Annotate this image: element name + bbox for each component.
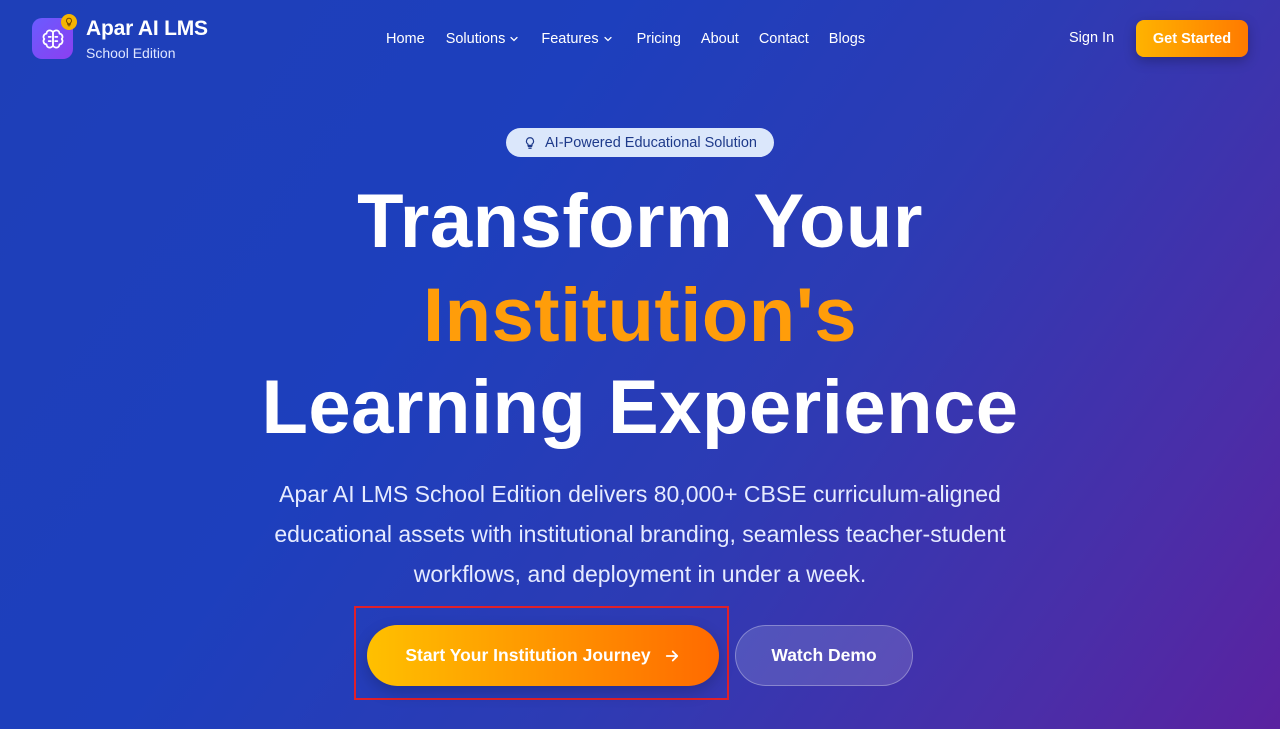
nav-item-label: Contact <box>758 31 809 47</box>
nav-item-home[interactable]: Home <box>386 31 425 47</box>
hero-description: Apar AI LMS School Edition delivers 80,0… <box>220 474 1060 594</box>
nav-item-label: Features <box>541 31 599 47</box>
nav-item-contact[interactable]: Contact <box>759 31 809 47</box>
nav-item-label: Pricing <box>636 31 681 47</box>
get-started-button[interactable]: Get Started <box>1136 20 1248 57</box>
nav-item-label: Blogs <box>828 31 866 47</box>
nav-item-solutions[interactable]: Solutions <box>446 31 521 47</box>
cta-label: Start Your Institution Journey <box>405 645 651 665</box>
headline-line-3: Learning Experience <box>261 365 1019 450</box>
badge-label: AI-Powered Educational Solution <box>545 134 757 151</box>
description-line: workflows, and deployment in under a wee… <box>413 561 867 587</box>
chevron-down-icon <box>510 36 518 42</box>
headline-line-2-highlight: Institution's <box>422 273 858 358</box>
description-line: educational assets with institutional br… <box>274 521 1006 547</box>
ai-powered-badge: AI-Powered Educational Solution <box>506 128 774 157</box>
watch-demo-button[interactable]: Watch Demo <box>735 625 913 686</box>
nav-item-blogs[interactable]: Blogs <box>829 31 865 47</box>
bulb-badge <box>61 14 77 30</box>
bulb-icon <box>525 136 535 149</box>
chevron-down-icon <box>603 36 612 42</box>
nav-item-label: Solutions <box>445 31 506 47</box>
start-journey-button[interactable]: Start Your Institution Journey <box>367 625 719 686</box>
nav-item-about[interactable]: About <box>701 31 739 47</box>
bulb-icon <box>65 17 73 27</box>
nav-item-label: About <box>700 31 739 47</box>
main-menu: Home Solutions Features Pricing About Co… <box>386 30 865 48</box>
nav-item-label: Home <box>386 31 425 47</box>
brand-subtitle: School Edition <box>86 45 176 61</box>
sign-in-link[interactable]: Sign In <box>1069 30 1114 46</box>
arrow-right-icon <box>665 650 678 661</box>
brand-title[interactable]: Apar AI LMS <box>86 17 208 41</box>
nav-item-pricing[interactable]: Pricing <box>637 31 681 47</box>
top-navigation: Apar AI LMS School Edition Home Solution… <box>0 0 1280 78</box>
brain-icon <box>42 28 63 49</box>
headline-line-1: Transform Your <box>357 179 923 264</box>
description-line: Apar AI LMS School Edition delivers 80,0… <box>279 481 1001 507</box>
nav-item-features[interactable]: Features <box>541 31 613 47</box>
